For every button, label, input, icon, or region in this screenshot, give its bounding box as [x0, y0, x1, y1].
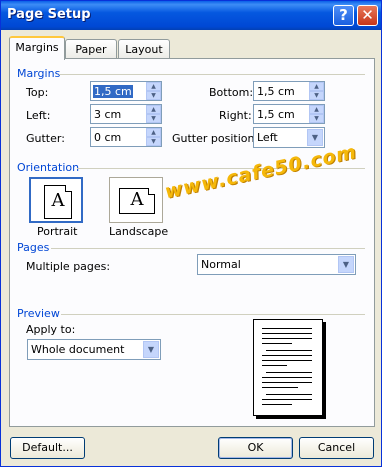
pages-divider [51, 248, 365, 249]
bottom-margin-value[interactable]: 1,5 cm [257, 85, 295, 98]
landscape-option[interactable]: A [109, 177, 163, 223]
right-label: Right: [219, 109, 252, 122]
spin-up-arrow-icon[interactable]: ▲ [146, 128, 161, 137]
spin-down-arrow-icon[interactable]: ▼ [309, 91, 324, 100]
spin-down-arrow-icon[interactable]: ▼ [146, 137, 161, 146]
left-margin-value[interactable]: 3 cm [94, 108, 121, 121]
top-margin-value[interactable]: 1,5 cm [93, 85, 133, 98]
portrait-option[interactable]: A [29, 177, 83, 223]
portrait-label[interactable]: Portrait [37, 225, 77, 238]
margins-divider [59, 74, 365, 75]
title-bar[interactable]: Page Setup ? ✕ [1, 1, 381, 30]
left-margin-spinner[interactable]: 3 cm ▲ ▼ [90, 104, 162, 124]
multiple-pages-value: Normal [201, 258, 241, 271]
preview-section-title: Preview [17, 307, 60, 320]
margins-section-title: Margins [17, 67, 61, 80]
preview-divider [61, 314, 365, 315]
bottom-label: Bottom: [209, 86, 254, 99]
apply-to-select[interactable]: Whole document ▼ [27, 339, 161, 360]
tab-margins[interactable]: Margins [9, 36, 65, 60]
portrait-icon: A [44, 185, 72, 219]
gutter-position-label: Gutter position: [172, 132, 259, 145]
spin-up-arrow-icon[interactable]: ▲ [309, 105, 324, 114]
tab-paper[interactable]: Paper [65, 39, 117, 59]
gutter-value[interactable]: 0 cm [94, 131, 121, 144]
page-preview [253, 319, 323, 416]
tab-layout[interactable]: Layout [118, 39, 170, 59]
spin-up-arrow-icon[interactable]: ▲ [146, 105, 161, 114]
bottom-margin-spinner[interactable]: 1,5 cm ▲ ▼ [253, 81, 325, 101]
multiple-pages-label: Multiple pages: [26, 260, 111, 273]
window-title: Page Setup [7, 7, 91, 22]
gutter-label: Gutter: [26, 132, 65, 145]
right-margin-spinner[interactable]: 1,5 cm ▲ ▼ [253, 104, 325, 124]
spin-up-arrow-icon[interactable]: ▲ [146, 82, 161, 91]
spin-down-arrow-icon[interactable]: ▼ [146, 91, 161, 100]
right-margin-value[interactable]: 1,5 cm [257, 108, 295, 121]
orientation-section-title: Orientation [17, 161, 80, 174]
landscape-icon: A [119, 188, 155, 214]
multiple-pages-select[interactable]: Normal ▼ [197, 254, 356, 275]
spin-down-arrow-icon[interactable]: ▼ [309, 114, 324, 123]
dropdown-arrow-icon[interactable]: ▼ [307, 129, 323, 146]
pages-section-title: Pages [17, 241, 50, 254]
cancel-button[interactable]: Cancel [299, 437, 374, 459]
gutter-spinner[interactable]: 0 cm ▲ ▼ [90, 127, 162, 147]
top-margin-spinner[interactable]: 1,5 cm ▲ ▼ [90, 81, 162, 101]
dropdown-arrow-icon[interactable]: ▼ [143, 341, 159, 358]
page-setup-dialog: Page Setup ? ✕ Margins Paper Layout Marg… [0, 0, 382, 467]
apply-to-label: Apply to: [26, 323, 76, 336]
default-button[interactable]: Default... [10, 437, 85, 459]
close-button[interactable]: ✕ [357, 5, 378, 26]
help-button[interactable]: ? [333, 5, 354, 26]
top-label: Top: [26, 86, 49, 99]
dropdown-arrow-icon[interactable]: ▼ [338, 256, 354, 273]
apply-to-value: Whole document [31, 343, 125, 356]
landscape-label[interactable]: Landscape [109, 225, 168, 238]
ok-button[interactable]: OK [218, 437, 293, 459]
spin-up-arrow-icon[interactable]: ▲ [309, 82, 324, 91]
spin-down-arrow-icon[interactable]: ▼ [146, 114, 161, 123]
gutter-position-select[interactable]: Left ▼ [253, 127, 325, 148]
gutter-position-value: Left [257, 131, 278, 144]
left-label: Left: [26, 109, 51, 122]
close-icon: ✕ [361, 6, 374, 24]
